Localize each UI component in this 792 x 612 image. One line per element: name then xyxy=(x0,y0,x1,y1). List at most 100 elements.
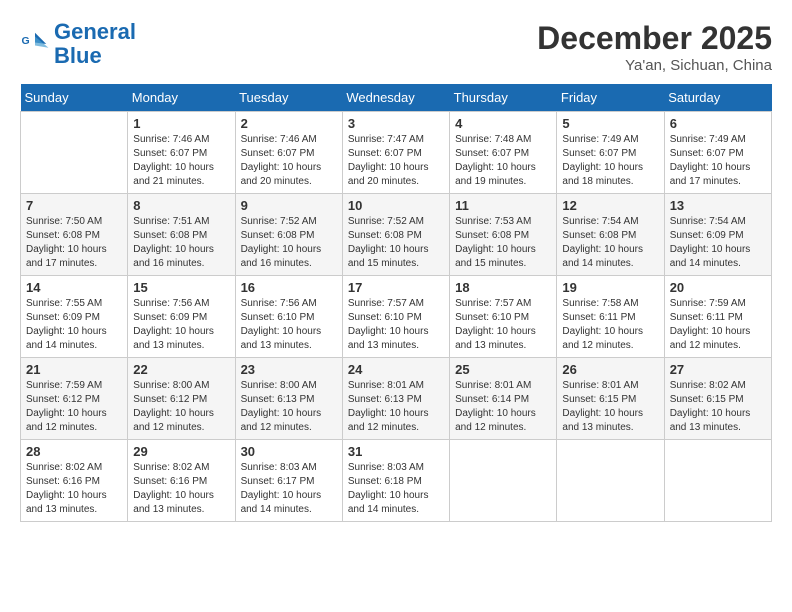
day-number: 26 xyxy=(562,362,658,377)
day-info: Sunrise: 7:56 AM Sunset: 6:09 PM Dayligh… xyxy=(133,297,229,353)
weekday-header: Thursday xyxy=(450,84,557,112)
day-info: Sunrise: 7:57 AM Sunset: 6:10 PM Dayligh… xyxy=(455,297,551,353)
calendar-cell: 11Sunrise: 7:53 AM Sunset: 6:08 PM Dayli… xyxy=(450,194,557,276)
calendar-cell: 25 Sunrise: 8:01 AM Sunset: 6:14 PM Dayli… xyxy=(450,358,557,440)
day-info: Sunrise: 8:01 AM Sunset: 6:14 PM Dayligh… xyxy=(455,379,551,435)
day-number: 19 xyxy=(562,280,658,295)
logo-line1: General xyxy=(54,19,136,44)
day-number: 4 xyxy=(455,116,551,131)
day-info: Sunrise: 8:02 AM Sunset: 6:16 PM Dayligh… xyxy=(133,461,229,517)
calendar-cell: 13Sunrise: 7:54 AM Sunset: 6:09 PM Dayli… xyxy=(664,194,771,276)
day-info: Sunrise: 8:01 AM Sunset: 6:15 PM Dayligh… xyxy=(562,379,658,435)
weekday-header: Wednesday xyxy=(342,84,449,112)
day-number: 10 xyxy=(348,198,444,213)
weekday-header: Saturday xyxy=(664,84,771,112)
title-block: December 2025 Ya'an, Sichuan, China xyxy=(537,20,772,74)
day-info: Sunrise: 7:58 AM Sunset: 6:11 PM Dayligh… xyxy=(562,297,658,353)
calendar-cell: 23 Sunrise: 8:00 AM Sunset: 6:13 PM Dayli… xyxy=(235,358,342,440)
logo-text: General Blue xyxy=(54,20,136,68)
logo: G General Blue xyxy=(20,20,136,68)
day-info: Sunrise: 8:01 AM Sunset: 6:13 PM Dayligh… xyxy=(348,379,444,435)
calendar-cell: 14 Sunrise: 7:55 AM Sunset: 6:09 PM Dayli… xyxy=(21,276,128,358)
day-info: Sunrise: 8:03 AM Sunset: 6:17 PM Dayligh… xyxy=(241,461,337,517)
day-number: 14 xyxy=(26,280,122,295)
calendar-cell: 17 Sunrise: 7:57 AM Sunset: 6:10 PM Dayli… xyxy=(342,276,449,358)
day-info: Sunrise: 7:59 AM Sunset: 6:11 PM Dayligh… xyxy=(670,297,766,353)
calendar-week-row: 7 Sunrise: 7:50 AM Sunset: 6:08 PM Daylig… xyxy=(21,194,772,276)
calendar-cell: 18 Sunrise: 7:57 AM Sunset: 6:10 PM Dayli… xyxy=(450,276,557,358)
calendar-table: SundayMondayTuesdayWednesdayThursdayFrid… xyxy=(20,84,772,522)
day-number: 2 xyxy=(241,116,337,131)
day-info: Sunrise: 7:52 AM Sunset: 6:08 PM Dayligh… xyxy=(348,215,444,271)
day-number: 20 xyxy=(670,280,766,295)
day-info: Sunrise: 7:48 AM Sunset: 6:07 PM Dayligh… xyxy=(455,133,551,189)
day-info: Sunrise: 7:46 AM Sunset: 6:07 PM Dayligh… xyxy=(133,133,229,189)
day-number: 12 xyxy=(562,198,658,213)
calendar-cell: 16Sunrise: 7:56 AM Sunset: 6:10 PM Dayli… xyxy=(235,276,342,358)
day-info: Sunrise: 7:49 AM Sunset: 6:07 PM Dayligh… xyxy=(670,133,766,189)
calendar-cell: 31Sunrise: 8:03 AM Sunset: 6:18 PM Dayli… xyxy=(342,440,449,522)
calendar-cell: 21 Sunrise: 7:59 AM Sunset: 6:12 PM Dayli… xyxy=(21,358,128,440)
day-info: Sunrise: 7:56 AM Sunset: 6:10 PM Dayligh… xyxy=(241,297,337,353)
day-number: 23 xyxy=(241,362,337,377)
calendar-cell xyxy=(557,440,664,522)
calendar-cell: 7 Sunrise: 7:50 AM Sunset: 6:08 PM Daylig… xyxy=(21,194,128,276)
day-info: Sunrise: 7:52 AM Sunset: 6:08 PM Dayligh… xyxy=(241,215,337,271)
day-info: Sunrise: 8:02 AM Sunset: 6:16 PM Dayligh… xyxy=(26,461,122,517)
day-number: 22 xyxy=(133,362,229,377)
day-info: Sunrise: 8:00 AM Sunset: 6:13 PM Dayligh… xyxy=(241,379,337,435)
calendar-cell xyxy=(664,440,771,522)
calendar-cell: 26 Sunrise: 8:01 AM Sunset: 6:15 PM Dayli… xyxy=(557,358,664,440)
weekday-header: Tuesday xyxy=(235,84,342,112)
day-number: 7 xyxy=(26,198,122,213)
calendar-cell: 22 Sunrise: 8:00 AM Sunset: 6:12 PM Dayli… xyxy=(128,358,235,440)
day-number: 9 xyxy=(241,198,337,213)
weekday-header: Monday xyxy=(128,84,235,112)
day-info: Sunrise: 8:00 AM Sunset: 6:12 PM Dayligh… xyxy=(133,379,229,435)
svg-text:G: G xyxy=(22,35,30,47)
day-info: Sunrise: 7:57 AM Sunset: 6:10 PM Dayligh… xyxy=(348,297,444,353)
day-number: 25 xyxy=(455,362,551,377)
weekday-row: SundayMondayTuesdayWednesdayThursdayFrid… xyxy=(21,84,772,112)
calendar-cell: 8Sunrise: 7:51 AM Sunset: 6:08 PM Daylig… xyxy=(128,194,235,276)
calendar-cell: 12 Sunrise: 7:54 AM Sunset: 6:08 PM Dayli… xyxy=(557,194,664,276)
calendar-cell: 1 Sunrise: 7:46 AM Sunset: 6:07 PM Daylig… xyxy=(128,112,235,194)
calendar-cell: 4 Sunrise: 7:48 AM Sunset: 6:07 PM Daylig… xyxy=(450,112,557,194)
calendar-cell: 6 Sunrise: 7:49 AM Sunset: 6:07 PM Daylig… xyxy=(664,112,771,194)
day-number: 27 xyxy=(670,362,766,377)
calendar-cell: 20 Sunrise: 7:59 AM Sunset: 6:11 PM Dayli… xyxy=(664,276,771,358)
calendar-cell: 5Sunrise: 7:49 AM Sunset: 6:07 PM Daylig… xyxy=(557,112,664,194)
day-number: 5 xyxy=(562,116,658,131)
day-info: Sunrise: 7:53 AM Sunset: 6:08 PM Dayligh… xyxy=(455,215,551,271)
day-info: Sunrise: 7:54 AM Sunset: 6:09 PM Dayligh… xyxy=(670,215,766,271)
day-info: Sunrise: 8:02 AM Sunset: 6:15 PM Dayligh… xyxy=(670,379,766,435)
day-number: 28 xyxy=(26,444,122,459)
calendar-cell: 3Sunrise: 7:47 AM Sunset: 6:07 PM Daylig… xyxy=(342,112,449,194)
month-year: December 2025 xyxy=(537,20,772,57)
day-info: Sunrise: 7:50 AM Sunset: 6:08 PM Dayligh… xyxy=(26,215,122,271)
calendar-cell: 2Sunrise: 7:46 AM Sunset: 6:07 PM Daylig… xyxy=(235,112,342,194)
day-number: 31 xyxy=(348,444,444,459)
day-info: Sunrise: 7:59 AM Sunset: 6:12 PM Dayligh… xyxy=(26,379,122,435)
day-number: 15 xyxy=(133,280,229,295)
day-number: 6 xyxy=(670,116,766,131)
calendar-cell: 30 Sunrise: 8:03 AM Sunset: 6:17 PM Dayli… xyxy=(235,440,342,522)
day-info: Sunrise: 7:54 AM Sunset: 6:08 PM Dayligh… xyxy=(562,215,658,271)
calendar-cell: 28 Sunrise: 8:02 AM Sunset: 6:16 PM Dayli… xyxy=(21,440,128,522)
calendar-week-row: 14 Sunrise: 7:55 AM Sunset: 6:09 PM Dayli… xyxy=(21,276,772,358)
day-number: 30 xyxy=(241,444,337,459)
day-info: Sunrise: 7:55 AM Sunset: 6:09 PM Dayligh… xyxy=(26,297,122,353)
day-number: 17 xyxy=(348,280,444,295)
day-number: 18 xyxy=(455,280,551,295)
day-number: 1 xyxy=(133,116,229,131)
weekday-header: Friday xyxy=(557,84,664,112)
day-info: Sunrise: 7:47 AM Sunset: 6:07 PM Dayligh… xyxy=(348,133,444,189)
location: Ya'an, Sichuan, China xyxy=(537,57,772,74)
calendar-cell: 27 Sunrise: 8:02 AM Sunset: 6:15 PM Dayli… xyxy=(664,358,771,440)
day-number: 21 xyxy=(26,362,122,377)
calendar-week-row: 21 Sunrise: 7:59 AM Sunset: 6:12 PM Dayli… xyxy=(21,358,772,440)
calendar-cell: 19 Sunrise: 7:58 AM Sunset: 6:11 PM Dayli… xyxy=(557,276,664,358)
calendar-cell xyxy=(450,440,557,522)
calendar-cell: 29Sunrise: 8:02 AM Sunset: 6:16 PM Dayli… xyxy=(128,440,235,522)
calendar-cell: 9 Sunrise: 7:52 AM Sunset: 6:08 PM Daylig… xyxy=(235,194,342,276)
